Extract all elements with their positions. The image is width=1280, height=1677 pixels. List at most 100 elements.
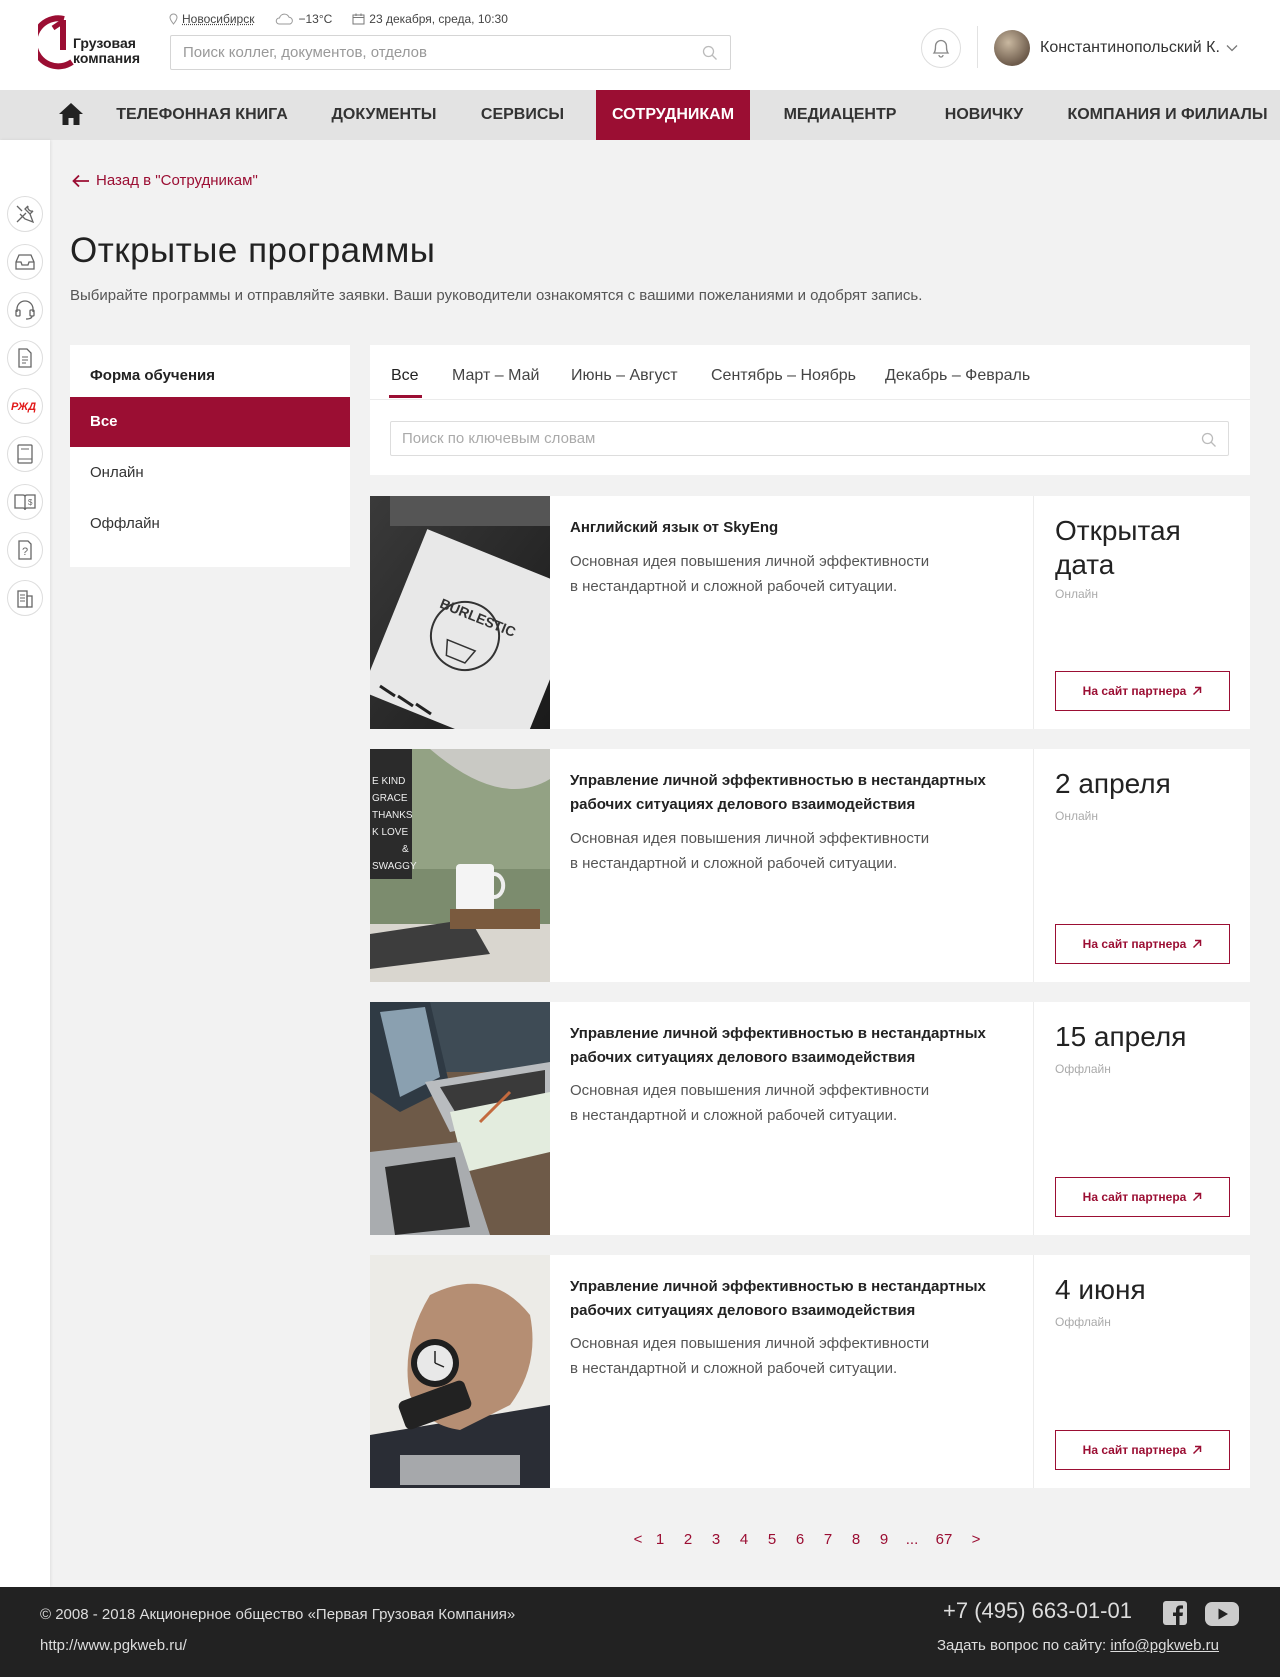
partner-site-button[interactable]: На сайт партнера [1055,924,1230,964]
program-title[interactable]: Английский язык от SkyEng [570,516,1020,540]
location-pin-icon [169,13,178,25]
nav-item-phonebook[interactable]: ТЕЛЕФОННАЯ КНИГА [104,90,300,140]
ledger-icon[interactable]: $ [7,484,43,520]
card-divider [1033,1255,1034,1488]
nav-item-documents[interactable]: ДОКУМЕНТЫ [316,90,452,140]
pagination-page[interactable]: 5 [758,1531,786,1548]
partner-site-button-label: На сайт партнера [1082,1190,1187,1204]
pagination-page[interactable]: 3 [702,1531,730,1548]
footer-ask: Задать вопрос по сайту: info@pgkweb.ru [937,1637,1219,1654]
filter-option-all[interactable]: Все [70,397,350,447]
partner-site-button[interactable]: На сайт партнера [1055,671,1230,711]
program-title[interactable]: Управление личной эффективностью в неста… [570,769,1020,817]
weather: −13°С [274,12,332,26]
city-name[interactable]: Новосибирск [182,12,254,26]
footer-phone[interactable]: +7 (495) 663-01-01 [943,1598,1132,1624]
nav-item-company[interactable]: КОМПАНИЯ И ФИЛИАЛЫ [1060,90,1275,140]
program-card: Управление личной эффективностью в неста… [370,1002,1250,1235]
pagination-page[interactable]: 1 [646,1531,674,1548]
program-mode: Онлайн [1055,587,1098,601]
program-image: BURLESTIC [370,496,550,729]
tab-all[interactable]: Все [391,367,419,385]
program-date: 4 июня [1055,1274,1146,1305]
quick-links-rail: РЖД $ ? [0,140,50,1587]
headset-icon[interactable] [7,292,43,328]
home-icon[interactable] [58,102,84,126]
help-icon[interactable]: ? [7,532,43,568]
nav-item-services[interactable]: СЕРВИСЫ [470,90,575,140]
calendar-icon [352,13,365,25]
user-name[interactable]: Константинопольский К. [1040,39,1220,57]
image-caption: & [402,844,409,855]
youtube-icon[interactable] [1205,1602,1239,1626]
building-icon[interactable] [7,580,43,616]
external-link-icon [1193,939,1202,949]
image-caption: K LOVE [372,827,408,838]
program-image [370,1002,550,1235]
pagination-page[interactable]: 67 [926,1531,962,1548]
city-selector[interactable]: Новосибирск [169,12,254,26]
global-search-input[interactable] [170,35,731,70]
pagination-page[interactable]: 9 [870,1531,898,1548]
program-description: Основная идея повышения личной эффективн… [570,1078,970,1128]
inbox-icon[interactable] [7,244,43,280]
pagination-prev[interactable]: < [630,1531,646,1548]
main-nav: ТЕЛЕФОННАЯ КНИГА ДОКУМЕНТЫ СЕРВИСЫ СОТРУ… [0,90,1280,140]
tab-june-august[interactable]: Июнь – Август [571,367,678,385]
filter-option-online[interactable]: Онлайн [70,448,350,498]
pagination-page[interactable]: 8 [842,1531,870,1548]
tab-september-november[interactable]: Сентябрь – Ноябрь [711,367,856,385]
facebook-icon[interactable] [1163,1601,1187,1625]
active-tab-indicator [389,395,422,398]
card-divider [1033,1002,1034,1235]
nav-item-newcomer[interactable]: НОВИЧКУ [930,90,1038,140]
partner-site-button-label: На сайт партнера [1082,937,1187,951]
chevron-down-icon[interactable] [1226,44,1238,52]
logo-line1: Грузовая [73,35,136,51]
notifications-button[interactable] [921,28,961,68]
program-description: Основная идея повышения личной эффективн… [570,1331,970,1381]
image-caption: GRACE [372,793,408,804]
description-line: Основная идея повышения личной эффективн… [570,830,930,847]
partner-site-button[interactable]: На сайт партнера [1055,1430,1230,1470]
tab-december-february[interactable]: Декабрь – Февраль [885,367,1030,385]
keyword-search-input[interactable] [390,421,1229,456]
pagination-page[interactable]: 6 [786,1531,814,1548]
header-divider [977,26,978,68]
nav-item-employees[interactable]: СОТРУДНИКАМ [596,90,750,140]
program-title[interactable]: Управление личной эффективностью в неста… [570,1275,1020,1323]
rzd-logo-text: РЖД [11,401,36,413]
external-link-icon [1193,1192,1202,1202]
book-icon[interactable] [7,436,43,472]
nav-item-mediacenter[interactable]: МЕДИАЦЕНТР [770,90,910,140]
search-icon[interactable] [1201,432,1217,448]
pagination-page[interactable]: 4 [730,1531,758,1548]
rzd-logo-icon[interactable]: РЖД [7,388,43,424]
tools-icon[interactable] [7,196,43,232]
pagination-page[interactable]: 2 [674,1531,702,1548]
document-icon[interactable] [7,340,43,376]
description-line: в нестандартной и сложной рабочей ситуац… [570,578,898,595]
back-link[interactable]: Назад в "Сотрудникам" [72,172,258,189]
search-icon[interactable] [702,45,718,61]
footer-url[interactable]: http://www.pgkweb.ru/ [40,1637,187,1654]
partner-site-button[interactable]: На сайт партнера [1055,1177,1230,1217]
logo-text: Грузовая компания [73,36,140,66]
partner-site-button-label: На сайт партнера [1082,1443,1187,1457]
program-description: Основная идея повышения личной эффективн… [570,549,970,599]
company-logo[interactable]: Грузовая компания [31,14,148,72]
description-line: в нестандартной и сложной рабочей ситуац… [570,855,898,872]
pagination-next[interactable]: > [962,1531,990,1548]
filter-option-offline[interactable]: Оффлайн [70,499,350,549]
program-card: Управление личной эффективностью в неста… [370,1255,1250,1488]
program-card: E KIND GRACE THANKS K LOVE & SWAGGY Упра… [370,749,1250,982]
program-title[interactable]: Управление личной эффективностью в неста… [570,1022,1020,1070]
pagination-page[interactable]: 7 [814,1531,842,1548]
footer-email-link[interactable]: info@pgkweb.ru [1110,1637,1219,1654]
logo-mark-icon [31,15,74,70]
logo-line2: компания [73,50,141,66]
back-link-label[interactable]: Назад в "Сотрудникам" [96,172,258,189]
user-menu[interactable]: Константинопольский К. [994,30,1238,66]
avatar[interactable] [994,30,1030,66]
tab-march-may[interactable]: Март – Май [452,367,539,385]
